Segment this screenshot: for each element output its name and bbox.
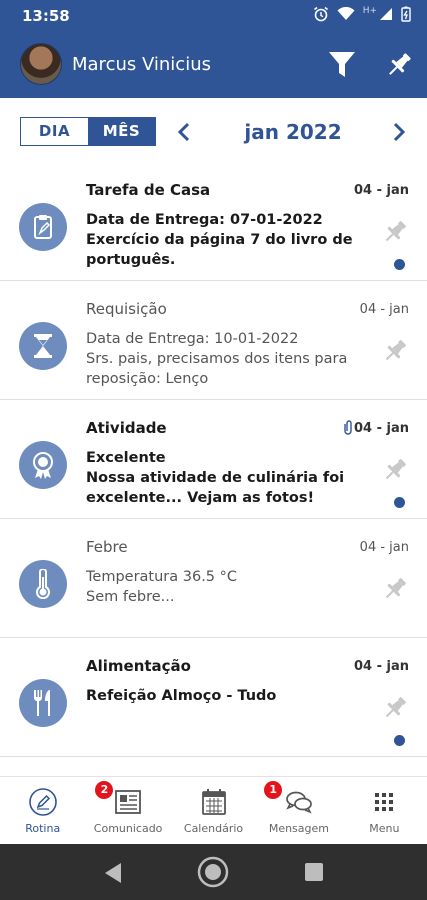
network-type-label: H+ [362,6,377,16]
month-view-button[interactable]: MÊS [88,118,155,145]
item-date: 04 - jan [353,659,409,674]
clipboard-icon [34,215,52,239]
list-item[interactable]: Tarefa de Casa 04 - jan Data de Entrega:… [0,162,427,281]
item-date: 04 - jan [359,540,409,555]
list-item[interactable]: Atividade 04 - jan Excelente Nossa ativi… [0,400,427,519]
thermometer-icon [36,569,50,599]
attachment-icon [344,420,352,435]
item-body: Excelente Nossa atividade de culinária f… [86,448,376,508]
status-icons: H+ [313,6,411,22]
previous-month-icon[interactable] [175,121,193,143]
recent-apps-icon[interactable] [305,863,323,881]
app-header: Marcus Vinicius [0,32,427,98]
pencil-circle-icon [28,788,57,816]
item-date: 04 - jan [353,183,409,198]
tab-rotina[interactable]: Rotina [0,777,85,844]
award-icon [33,452,53,479]
grid-icon [375,793,394,811]
user-name: Marcus Vinicius [72,54,211,75]
hourglass-icon [34,334,52,358]
day-view-button[interactable]: DIA [21,118,88,145]
item-icon-circle [19,679,67,727]
back-icon[interactable] [103,862,123,884]
item-line2: Exercício da página 7 do livro de portug… [86,232,353,268]
fork-knife-icon [34,690,50,716]
tab-label: Calendário [183,822,244,835]
calendar-icon [201,789,226,815]
avatar[interactable] [20,43,62,85]
tab-calendario[interactable]: Calendário [171,777,256,844]
status-time: 13:58 [22,7,70,25]
item-line1: Data de Entrega: 07-01-2022 [86,212,323,228]
item-icon-circle [19,560,67,608]
pin-icon[interactable] [381,337,409,365]
status-bar: 13:58 H+ [0,0,427,32]
item-line1: Excelente [86,450,166,466]
unread-indicator [394,735,405,746]
alarm-icon [313,6,328,22]
pin-icon[interactable] [384,50,414,80]
home-icon[interactable] [197,856,229,888]
tab-comunicado[interactable]: 2 Comunicado [85,777,170,844]
item-title: Febre [86,538,128,556]
tab-label: Menu [369,822,400,835]
item-date: 04 - jan [353,421,409,436]
newspaper-icon [115,790,142,814]
item-body: Temperatura 36.5 °C Sem febre... [86,567,376,607]
tab-label: Rotina [25,822,61,835]
item-title: Alimentação [86,657,191,675]
list-item[interactable]: Febre 04 - jan Temperatura 36.5 °C Sem f… [0,519,427,638]
item-body: Refeição Almoço - Tudo [86,686,376,706]
next-month-icon[interactable] [390,121,408,143]
item-line1: Data de Entrega: 10-01-2022 [86,331,299,347]
wifi-icon [337,7,355,20]
item-line1: Temperatura 36.5 °C [86,569,238,585]
list-item[interactable]: Alimentação 04 - jan Refeição Almoço - T… [0,638,427,757]
chat-icon [286,791,312,814]
tab-mensagem[interactable]: 1 Mensagem [256,777,341,844]
signal-icon [380,8,392,20]
battery-icon [401,6,411,22]
pin-icon[interactable] [381,456,409,484]
item-date: 04 - jan [359,302,409,317]
unread-indicator [394,497,405,508]
item-line1: Refeição Almoço - Tudo [86,688,277,704]
system-nav-bar [0,844,427,900]
bottom-tab-bar: Rotina 2 Comunicado Calendário 1 Mensage… [0,776,427,844]
item-title: Tarefa de Casa [86,181,211,199]
notification-badge: 1 [264,781,283,799]
item-body: Data de Entrega: 07-01-2022 Exercício da… [86,210,376,270]
item-title: Requisição [86,300,167,318]
tab-menu[interactable]: Menu [342,777,427,844]
pin-icon[interactable] [381,694,409,722]
item-line2: Sem febre... [86,589,175,605]
notification-badge: 2 [95,781,114,799]
item-body: Data de Entrega: 10-01-2022 Srs. pais, p… [86,329,376,389]
item-title: Atividade [86,419,167,437]
item-icon-circle [19,441,67,489]
item-line2: Nossa atividade de culinária foi excelen… [86,470,345,506]
pin-icon[interactable] [381,575,409,603]
filter-icon[interactable] [328,50,356,80]
list-item[interactable]: Requisição 04 - jan Data de Entrega: 10-… [0,281,427,400]
tab-label: Mensagem [268,822,329,835]
view-toggle: DIA MÊS [20,117,156,146]
tab-label: Comunicado [93,822,163,835]
unread-indicator [394,259,405,270]
current-month: jan 2022 [244,120,342,144]
item-icon-circle [19,322,67,370]
routine-list: Tarefa de Casa 04 - jan Data de Entrega:… [0,162,427,757]
item-icon-circle [19,203,67,251]
pin-icon[interactable] [381,218,409,246]
item-line2: Srs. pais, precisamos dos itens para rep… [86,351,348,387]
